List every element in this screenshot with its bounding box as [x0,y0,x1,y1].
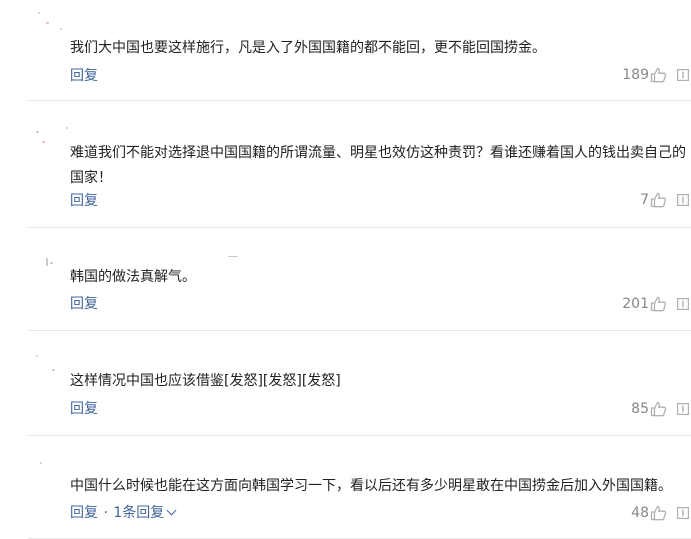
comment-text: 中国什么时候也能在这方面向韩国学习一下，看以后还有多少明星敢在中国捞金后加入外国… [70,478,672,494]
comment-meta: 7 [640,191,689,209]
report-icon[interactable] [677,507,689,519]
comment-text: 我们大中国也要这样施行，凡是入了外国国籍的都不能回，更不能回国捞金。 [70,40,546,56]
thumbs-up-icon[interactable] [650,401,667,417]
comment-text: 韩国的做法真解气。 [70,269,196,285]
reply-button[interactable]: 回复 [70,193,98,209]
reply-button[interactable]: 回复 [70,505,98,521]
thumbs-up-icon[interactable] [650,192,667,208]
reply-button[interactable]: 回复 [70,68,98,84]
comment-actions: 回复 · 1条回复 [70,504,177,522]
report-icon[interactable] [677,298,689,310]
like-count: 189 [622,67,649,83]
comment-item: 难道我们不能对选择退中国国籍的所谓流量、明星也效仿这种责罚？看谁还赚着国人的钱出… [28,101,691,228]
comment-meta: 201 [622,295,689,313]
thumbs-up-icon[interactable] [650,67,667,83]
comment-actions: 回复 [70,400,98,418]
like-count: 201 [622,296,649,312]
comment-meta: 48 [631,504,689,522]
avatar [32,351,72,381]
report-icon[interactable] [677,69,689,81]
action-separator: · [103,505,108,521]
reply-button[interactable]: 回复 [70,296,98,312]
comment-meta: 189 [622,66,689,84]
reply-button[interactable]: 回复 [70,401,98,417]
comment-meta: 85 [631,400,689,418]
replies-count-label: 1条回复 [113,505,165,521]
avatar [32,456,72,486]
like-count: 85 [631,401,649,417]
comment-actions: 回复 [70,295,98,313]
comment-text: 这样情况中国也应该借鉴[发怒][发怒][发怒] [70,373,341,389]
avatar [32,125,72,155]
thumbs-up-icon[interactable] [650,505,667,521]
like-count: 7 [640,192,649,208]
like-count: 48 [631,505,649,521]
report-icon[interactable] [677,403,689,415]
comment-item: 这样情况中国也应该借鉴[发怒][发怒][发怒] 回复 85 [28,331,691,436]
comment-actions: 回复 [70,67,98,85]
comment-item: 我们大中国也要这样施行，凡是入了外国国籍的都不能回，更不能回国捞金。 回复 18… [28,0,691,101]
comment-item: 中国什么时候也能在这方面向韩国学习一下，看以后还有多少明星敢在中国捞金后加入外国… [28,436,691,539]
comment-text: 难道我们不能对选择退中国国籍的所谓流量、明星也效仿这种责罚？看谁还赚着国人的钱出… [70,145,686,186]
comment-item: 韩国的做法真解气。 回复 201 [28,228,691,331]
avatar [32,256,238,286]
view-replies-link[interactable]: 1条回复 [113,505,177,521]
thumbs-up-icon[interactable] [650,296,667,312]
report-icon[interactable] [677,194,689,206]
avatar [32,8,72,38]
comment-actions: 回复 [70,192,98,210]
chevron-down-icon [166,505,177,516]
